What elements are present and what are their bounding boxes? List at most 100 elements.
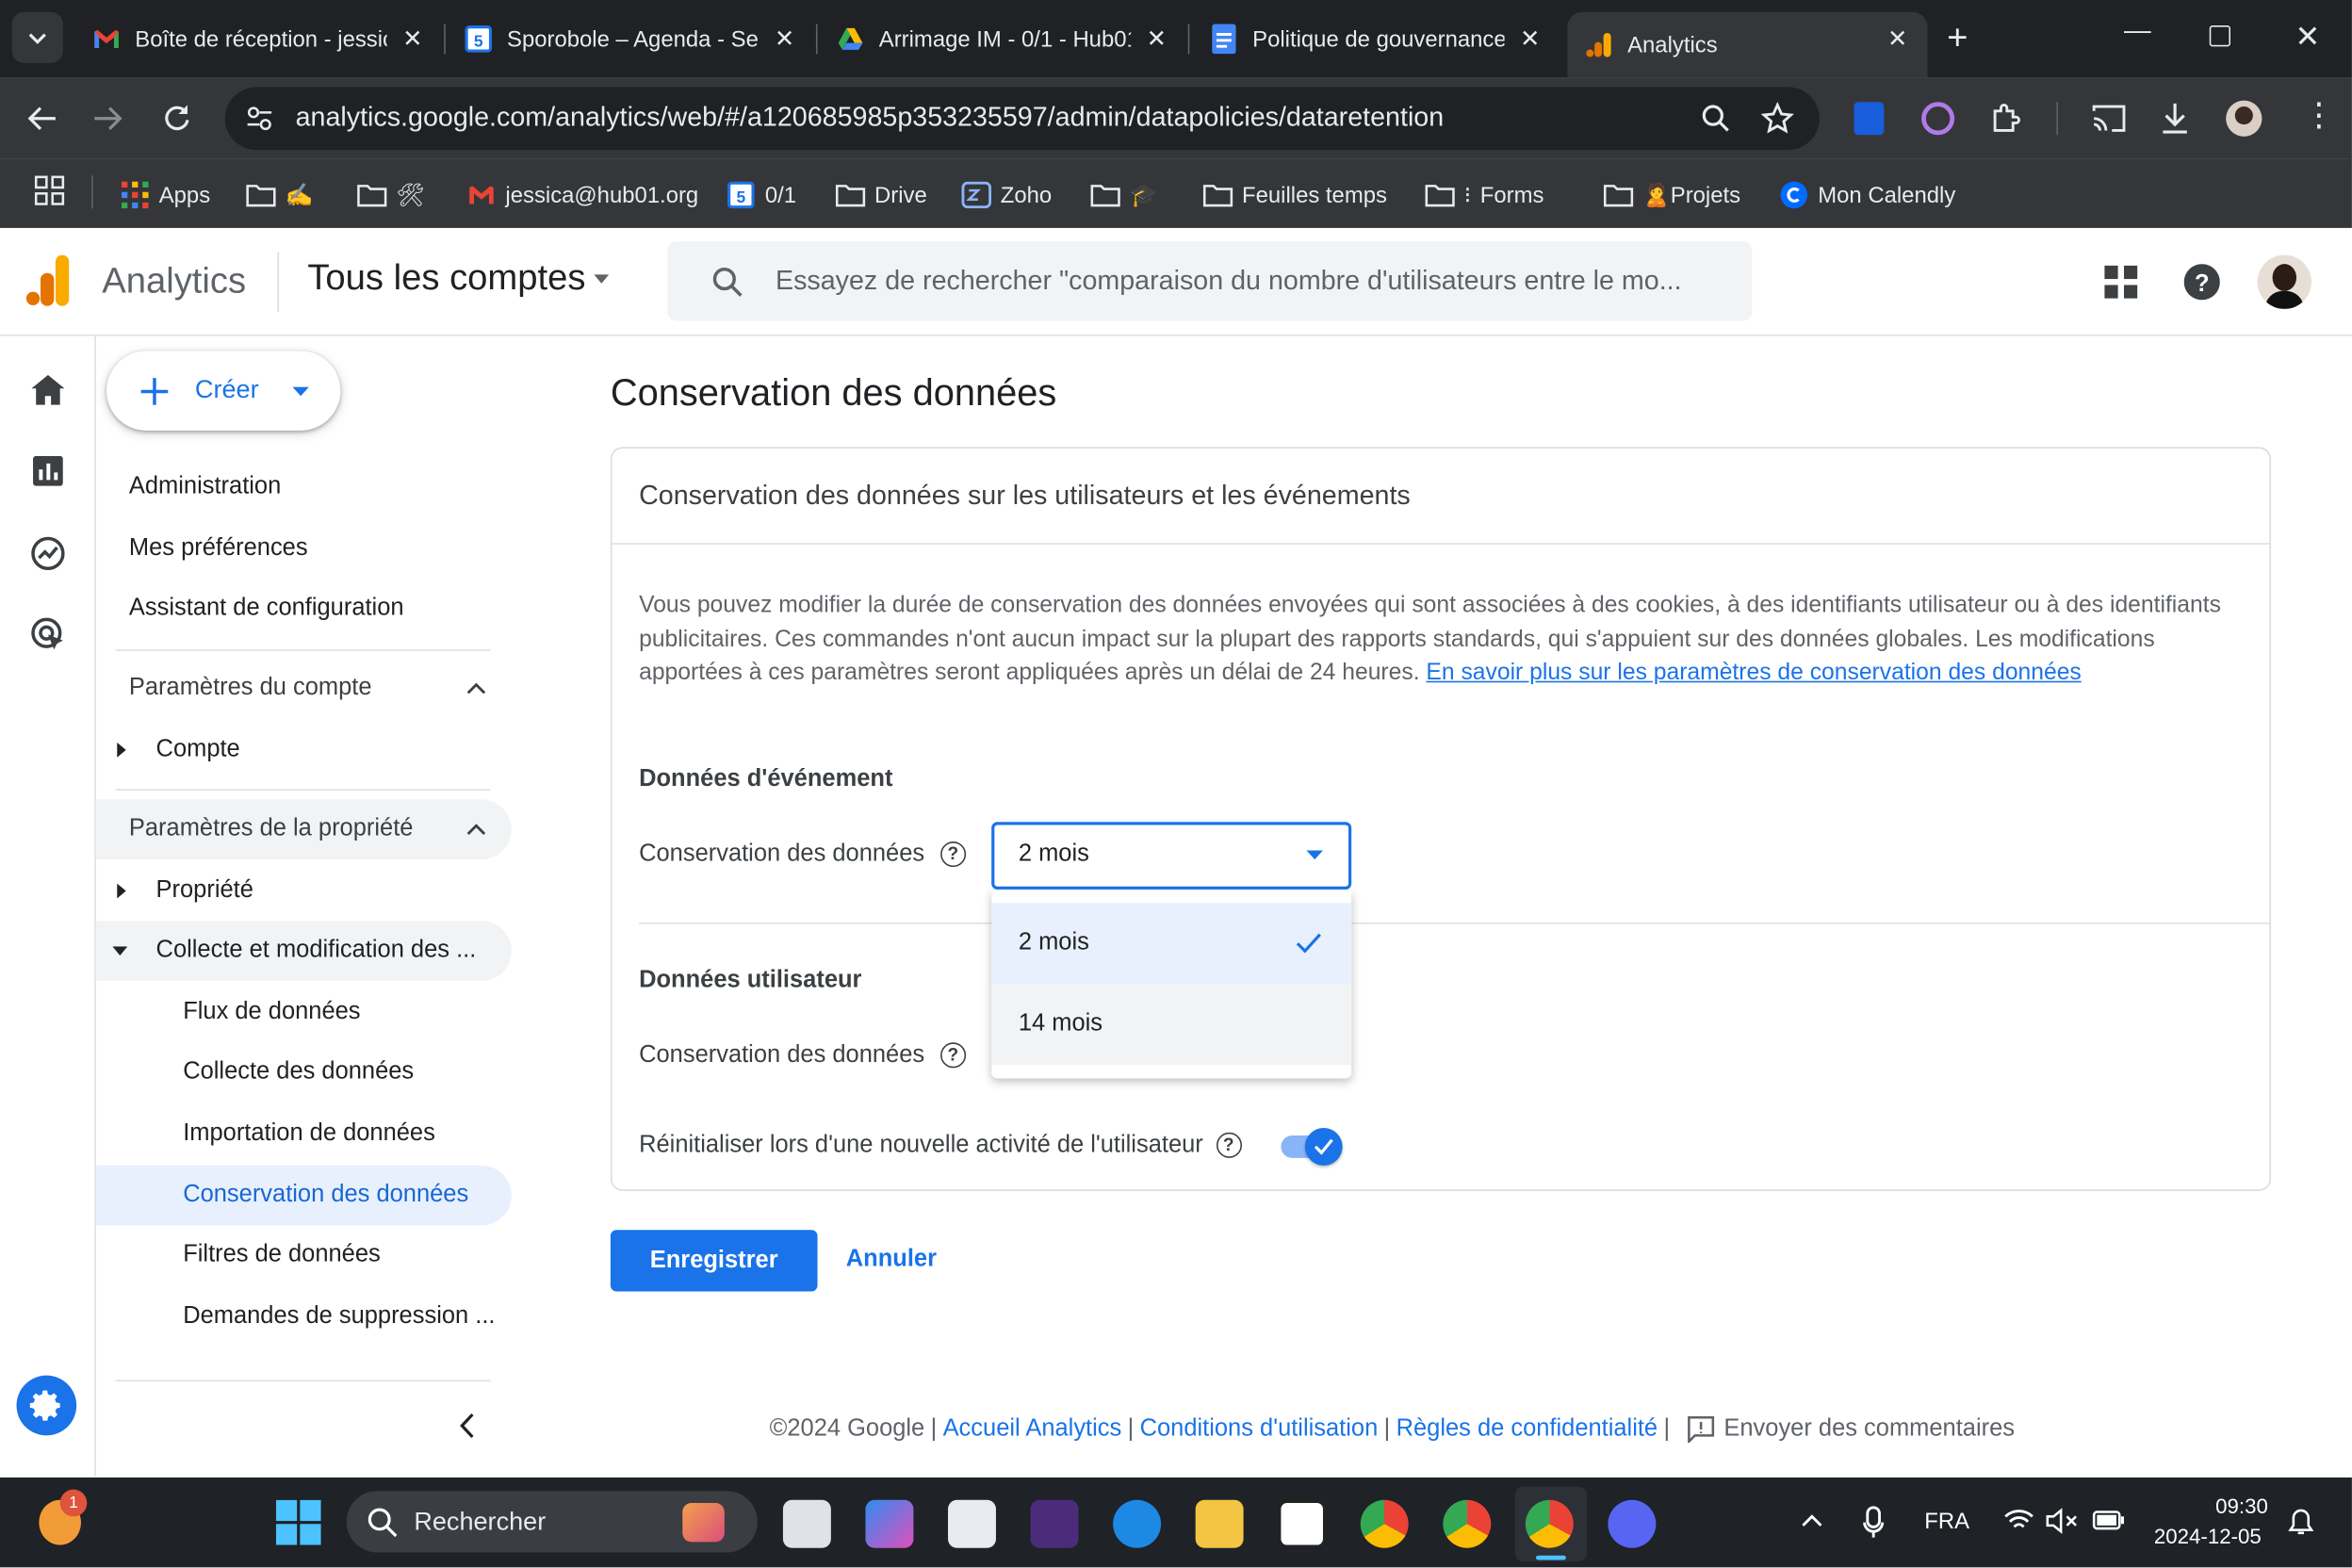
copilot-icon[interactable] <box>865 1499 914 1548</box>
nav-data-streams[interactable]: Flux de données <box>183 999 360 1026</box>
cast-icon[interactable] <box>2091 104 2127 134</box>
site-info-icon[interactable] <box>246 105 273 132</box>
advertising-icon[interactable] <box>30 616 66 652</box>
new-tab-button[interactable]: + <box>1947 18 1968 60</box>
help-icon[interactable]: ? <box>939 841 966 868</box>
apps-grid-icon[interactable] <box>2104 265 2138 299</box>
user-avatar[interactable] <box>2257 254 2311 309</box>
chrome-active-icon[interactable] <box>1525 1499 1574 1548</box>
account-selector[interactable]: Tous les comptes <box>307 258 610 301</box>
reset-toggle[interactable] <box>1281 1128 1343 1166</box>
help-icon[interactable]: ? <box>1216 1133 1242 1159</box>
expand-arrow-icon[interactable] <box>117 883 126 899</box>
footer-link-terms[interactable]: Conditions d'utilisation <box>1140 1416 1379 1444</box>
tab-analytics[interactable]: Analytics ✕ <box>1567 11 1928 78</box>
analytics-search[interactable]: Essayez de rechercher "comparaison du no… <box>667 241 1753 321</box>
extension-bitwarden-icon[interactable] <box>1854 102 1885 136</box>
collapse-sidebar-icon[interactable] <box>459 1413 474 1439</box>
discord-icon[interactable] <box>1608 1499 1657 1548</box>
canva-icon[interactable] <box>1113 1499 1162 1548</box>
tab-agenda[interactable]: 5 Sporobole – Agenda - Semaine ✕ <box>447 12 818 66</box>
nav-property[interactable]: Propriété <box>156 877 253 905</box>
bookmark-zoho[interactable]: Zoho <box>961 175 1052 214</box>
nav-administration[interactable]: Administration <box>129 474 281 501</box>
nav-data-collection[interactable]: Collecte et modification des ... <box>156 938 477 965</box>
help-icon[interactable]: ? <box>2183 264 2220 301</box>
microphone-icon[interactable] <box>1863 1506 1885 1539</box>
footer-link-home[interactable]: Accueil Analytics <box>943 1416 1122 1444</box>
nav-data-filters[interactable]: Filtres de données <box>183 1242 381 1269</box>
tab-docs[interactable]: Politique de gouvernance ✕ <box>1192 12 1560 66</box>
bookmark-drive[interactable]: Drive <box>835 175 927 214</box>
reports-icon[interactable] <box>33 455 63 486</box>
option-2-months[interactable]: 2 mois <box>991 903 1352 985</box>
chevron-up-icon[interactable] <box>466 682 486 694</box>
tab-drive[interactable]: Arrimage IM - 0/1 - Hub01 - Google Drive… <box>819 12 1190 66</box>
bookmark-projets[interactable]: 🙎 Projets <box>1603 175 1740 214</box>
wifi-icon[interactable] <box>2004 1509 2034 1532</box>
bookmark-feuilles-temps[interactable]: Feuilles temps <box>1202 175 1387 214</box>
back-icon[interactable] <box>27 105 57 132</box>
nav-data-collection-item[interactable]: Collecte des données <box>183 1059 414 1086</box>
chevron-up-icon[interactable] <box>1802 1513 1822 1527</box>
bookmark-folder-2[interactable]: 🛠 <box>357 175 425 214</box>
reload-icon[interactable] <box>162 104 192 134</box>
taskbar-search[interactable]: Rechercher <box>346 1491 758 1553</box>
nav-deletion-requests[interactable]: Demandes de suppression ... <box>183 1303 495 1331</box>
profile-avatar-icon[interactable] <box>2226 100 2262 137</box>
address-bar[interactable]: analytics.google.com/analytics/web/#/a12… <box>224 87 1820 151</box>
snipping-tool-icon[interactable] <box>948 1499 996 1548</box>
footer-link-privacy[interactable]: Règles de confidentialité <box>1396 1416 1658 1444</box>
analytics-logo-icon[interactable] <box>25 254 71 306</box>
notifications-bell-icon[interactable] <box>2286 1508 2316 1538</box>
event-retention-select[interactable]: 2 mois <box>991 822 1352 890</box>
clock-date[interactable]: 2024-12-05 <box>2154 1524 2262 1547</box>
create-button[interactable]: Créer <box>106 351 341 431</box>
task-view-icon[interactable] <box>782 1499 831 1548</box>
bookmark-apps[interactable]: Apps <box>120 175 210 214</box>
nav-data-import[interactable]: Importation de données <box>183 1120 435 1148</box>
send-feedback-button[interactable]: Envoyer des commentaires <box>1723 1416 2015 1444</box>
home-icon[interactable] <box>31 374 65 405</box>
nav-data-retention[interactable]: Conservation des données <box>183 1182 468 1209</box>
close-tab-icon[interactable]: ✕ <box>1141 24 1171 54</box>
learn-more-link[interactable]: En savoir plus sur les paramètres de con… <box>1426 661 2081 686</box>
notion-icon[interactable] <box>1278 1499 1327 1548</box>
option-14-months[interactable]: 14 mois <box>991 984 1352 1066</box>
speaker-muted-icon[interactable] <box>2046 1508 2079 1535</box>
apps-grid-icon[interactable] <box>34 175 65 205</box>
restore-button[interactable] <box>2209 25 2231 47</box>
nav-account[interactable]: Compte <box>156 737 240 764</box>
minimize-button[interactable]: — <box>2124 15 2151 46</box>
bookmark-gmail[interactable]: jessica@hub01.org <box>466 175 698 214</box>
expand-arrow-icon[interactable] <box>117 742 126 758</box>
language-indicator[interactable]: FRA <box>1924 1509 1969 1534</box>
bookmark-folder-1[interactable]: ✍️ <box>246 175 313 214</box>
close-tab-icon[interactable]: ✕ <box>1515 24 1545 54</box>
grammarly-taskbar-icon[interactable] <box>1030 1499 1079 1548</box>
bookmark-folder-3[interactable]: 🎓 <box>1090 175 1157 214</box>
download-icon[interactable] <box>2160 101 2190 137</box>
browser-menu-icon[interactable]: ⋮ <box>2302 96 2335 135</box>
help-icon[interactable]: ? <box>939 1042 966 1069</box>
windows-start-icon[interactable] <box>275 1499 321 1545</box>
bookmark-calendly[interactable]: Mon Calendly <box>1779 175 1955 214</box>
battery-icon[interactable] <box>2092 1511 2126 1530</box>
bookmark-star-icon[interactable] <box>1760 102 1794 135</box>
bookmark-calendar[interactable]: 5 0/1 <box>726 175 796 214</box>
chevron-up-icon[interactable] <box>466 824 486 836</box>
extension-grammarly-icon[interactable] <box>1921 102 1955 136</box>
file-explorer-icon[interactable] <box>1195 1499 1244 1548</box>
collapse-arrow-icon[interactable] <box>112 946 128 956</box>
explore-icon[interactable] <box>30 535 66 571</box>
zoom-icon[interactable] <box>1701 104 1731 134</box>
close-tab-icon[interactable]: ✕ <box>770 24 800 54</box>
nav-preferences[interactable]: Mes préférences <box>129 535 308 563</box>
close-tab-icon[interactable]: ✕ <box>398 24 428 54</box>
tab-gmail[interactable]: Boîte de réception - jessica@hub01.org ✕ <box>75 12 446 66</box>
extensions-puzzle-icon[interactable] <box>1989 101 2025 137</box>
nav-setup-assistant[interactable]: Assistant de configuration <box>129 596 404 623</box>
close-tab-icon[interactable]: ✕ <box>1883 24 1913 54</box>
settings-gear-button[interactable] <box>16 1375 77 1436</box>
save-button[interactable]: Enregistrer <box>610 1230 818 1292</box>
